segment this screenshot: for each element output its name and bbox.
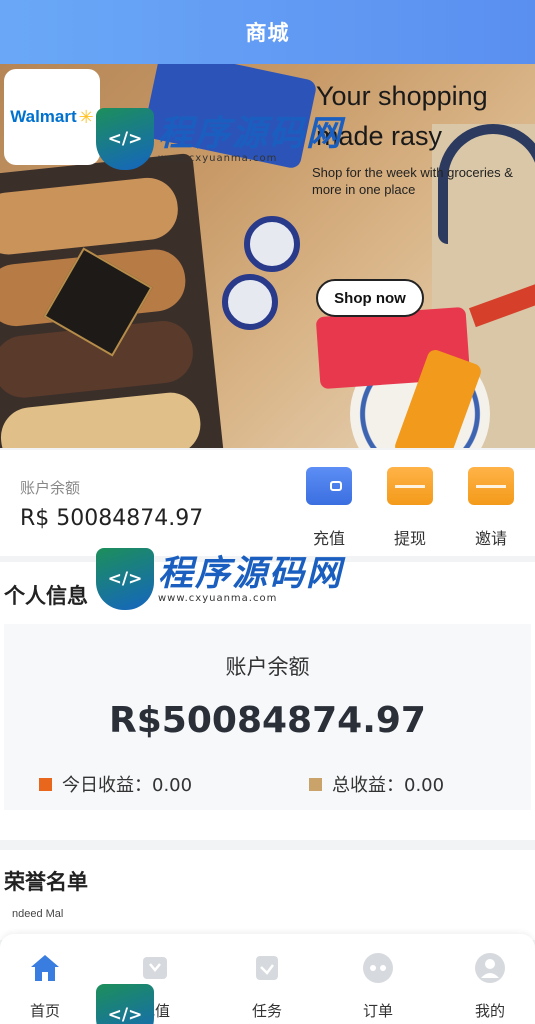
banner-subline: Shop for the week with groceries & more … bbox=[312, 165, 513, 197]
spark-icon: ✳ bbox=[78, 106, 94, 128]
total-earnings: 总收益：0.00 bbox=[309, 771, 444, 797]
shop-now-button[interactable]: Shop now bbox=[316, 279, 424, 317]
user-icon bbox=[472, 950, 508, 986]
walmart-logo: Walmart ✳ bbox=[4, 69, 100, 165]
can-image bbox=[222, 274, 278, 330]
card-icon bbox=[468, 467, 514, 505]
balance-value: R$ 50084874.97 bbox=[20, 506, 204, 531]
invite-button[interactable]: 邀请 bbox=[461, 467, 521, 549]
withdraw-button[interactable]: 提现 bbox=[380, 467, 440, 549]
balance-card: 账户余额 R$ 50084874.97 充值 提现 邀请 bbox=[0, 450, 535, 556]
recharge-icon bbox=[137, 950, 173, 986]
home-icon bbox=[27, 950, 63, 986]
honor-title: 荣誉名单 bbox=[4, 870, 88, 894]
tab-mine[interactable]: 我的 bbox=[445, 950, 535, 1021]
today-earnings: 今日收益：0.00 bbox=[39, 771, 192, 797]
banner-headline: Your shopping made rasy bbox=[316, 81, 488, 151]
tab-order[interactable]: 订单 bbox=[333, 950, 423, 1021]
wallet-icon bbox=[306, 467, 352, 505]
recharge-button[interactable]: 充值 bbox=[299, 467, 359, 549]
earnings-panel: 账户余额 R$50084874.97 今日收益：0.00 总收益：0.00 bbox=[4, 624, 531, 810]
can-image bbox=[244, 216, 300, 272]
panel-balance-label: 账户余额 bbox=[225, 655, 310, 679]
panel-balance-value: R$50084874.97 bbox=[109, 700, 426, 741]
app-header: 商城 bbox=[0, 0, 535, 64]
tab-home[interactable]: 首页 bbox=[0, 950, 90, 1021]
bottom-tabbar: 首页 充值 任务 订单 我的 bbox=[0, 934, 535, 1024]
water-bottles-image bbox=[142, 64, 318, 170]
personal-info-title: 个人信息 bbox=[4, 584, 88, 608]
tan-square-icon bbox=[309, 777, 322, 791]
card-icon bbox=[387, 467, 433, 505]
tab-task[interactable]: 任务 bbox=[222, 950, 312, 1021]
tab-recharge[interactable]: 充值 bbox=[110, 950, 200, 1021]
honor-list-item: ndeed Mal bbox=[12, 908, 64, 920]
page-title: 商城 bbox=[245, 21, 290, 45]
orange-square-icon bbox=[39, 777, 52, 791]
balance-label: 账户余额 bbox=[20, 479, 81, 497]
order-icon bbox=[360, 950, 396, 986]
task-icon bbox=[249, 950, 285, 986]
promo-banner[interactable]: Walmart ✳ Your shopping made rasy Shop fo… bbox=[0, 64, 535, 448]
